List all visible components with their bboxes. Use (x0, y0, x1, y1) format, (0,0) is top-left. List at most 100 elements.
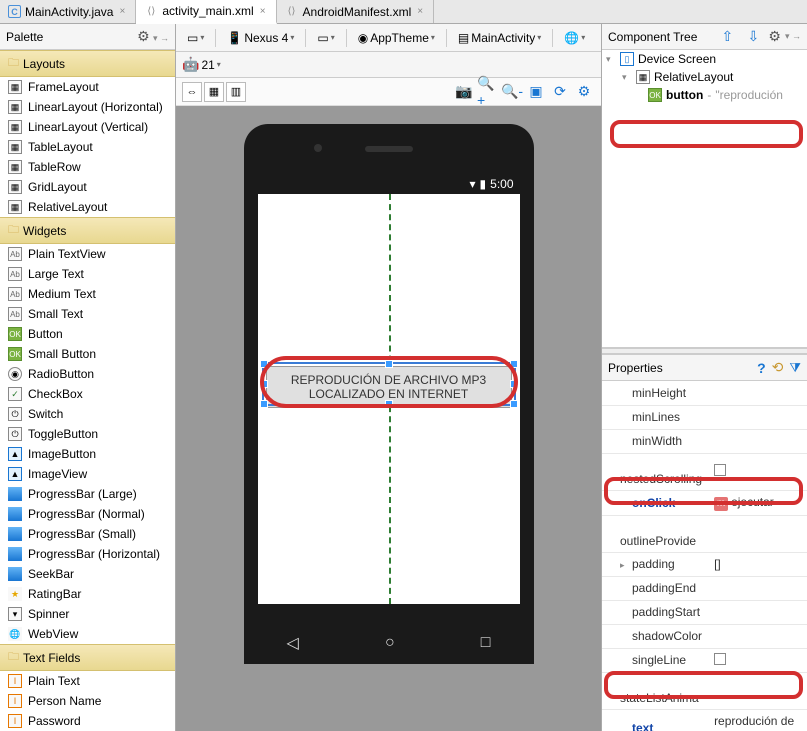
property-row[interactable]: minLines (602, 405, 807, 429)
palette-item[interactable]: AbLarge Text (0, 264, 175, 284)
palette-item[interactable]: ▦GridLayout (0, 177, 175, 197)
zoom-fit-icon[interactable]: ▣ (525, 81, 547, 103)
chevron-down-icon[interactable]: ▾ (217, 60, 221, 69)
gear-icon[interactable]: ⚙ (768, 28, 781, 45)
activity-selector[interactable]: ▤ MainActivity▾ (453, 28, 546, 48)
palette-item[interactable]: OKSmall Button (0, 344, 175, 364)
prop-value[interactable]: reprodución de ar (714, 714, 794, 731)
resize-handle[interactable] (385, 400, 393, 408)
checkbox[interactable] (714, 653, 726, 665)
close-icon[interactable]: × (117, 6, 127, 17)
property-row[interactable]: ▸padding[] (602, 552, 807, 576)
zoom-in-icon[interactable]: 🔍+ (477, 81, 499, 103)
tab-activity-main[interactable]: ⟨⟩ activity_main.xml × (136, 0, 276, 24)
palette-item[interactable]: ▦LinearLayout (Vertical) (0, 117, 175, 137)
palette-item[interactable]: ProgressBar (Horizontal) (0, 544, 175, 564)
close-icon[interactable]: × (258, 6, 268, 17)
collapse-icon[interactable]: ⇩ (742, 26, 764, 48)
property-row[interactable]: nestedScrolling (602, 453, 807, 490)
help-icon[interactable]: ? (757, 360, 766, 376)
resize-handle[interactable] (510, 360, 518, 368)
orientation-button[interactable]: ▭▾ (312, 28, 339, 48)
resize-handle[interactable] (510, 380, 518, 388)
zoom-out-icon[interactable]: 🔍- (501, 81, 523, 103)
property-row[interactable]: onClickmejecutar (602, 490, 807, 515)
property-row[interactable]: paddingEnd (602, 576, 807, 600)
theme-selector[interactable]: ◉ AppTheme▾ (353, 28, 440, 48)
property-row[interactable]: minHeight (602, 381, 807, 405)
prop-value[interactable]: ejecutar (731, 495, 774, 509)
palette-section-widgets[interactable]: 🗀 Widgets (0, 217, 175, 244)
tree-node-device[interactable]: ▾ ▯ Device Screen (602, 50, 807, 68)
prop-value[interactable]: [] (714, 557, 721, 571)
palette-item[interactable]: ⏻Switch (0, 404, 175, 424)
palette-item[interactable]: ⏻ToggleButton (0, 424, 175, 444)
palette-item[interactable]: ProgressBar (Small) (0, 524, 175, 544)
palette-item[interactable]: OKButton (0, 324, 175, 344)
locale-button[interactable]: 🌐▾ (559, 28, 590, 48)
device-selector[interactable]: 📱 Nexus 4▾ (222, 28, 299, 48)
refresh-icon[interactable]: ⟳ (549, 81, 571, 103)
palette-item[interactable]: ◉RadioButton (0, 364, 175, 384)
palette-item[interactable]: ProgressBar (Large) (0, 484, 175, 504)
recents-icon[interactable]: □ (481, 634, 491, 652)
palette-item[interactable]: SeekBar (0, 564, 175, 584)
palette-item[interactable]: IPlain Text (0, 671, 175, 691)
palette-item[interactable]: ★RatingBar (0, 584, 175, 604)
property-row[interactable]: paddingStart (602, 600, 807, 624)
property-row[interactable]: outlineProvide (602, 515, 807, 552)
collapse-icon[interactable]: ▾ (606, 54, 616, 65)
palette-item[interactable]: ▾Spinner (0, 604, 175, 624)
palette-item[interactable]: ▦RelativeLayout (0, 197, 175, 217)
palette-item[interactable]: ProgressBar (Normal) (0, 504, 175, 524)
hide-icon[interactable]: ▾ → (785, 31, 801, 42)
home-icon[interactable]: ○ (385, 634, 395, 652)
undo-icon[interactable]: ⟲ (772, 359, 784, 376)
palette-item[interactable]: ▲ImageView (0, 464, 175, 484)
toggle-bounds-button[interactable]: ▦ (204, 82, 224, 102)
capture-button[interactable]: 📷 (453, 81, 475, 103)
palette-item[interactable]: IPerson Name (0, 691, 175, 711)
palette-item[interactable]: ▦TableRow (0, 157, 175, 177)
collapse-icon[interactable]: ▾ (622, 72, 632, 83)
resize-handle[interactable] (510, 400, 518, 408)
palette-item[interactable]: ▦TableLayout (0, 137, 175, 157)
toggle-grid-button[interactable]: ▥ (226, 82, 246, 102)
palette-item[interactable]: ▦FrameLayout (0, 77, 175, 97)
resize-handle[interactable] (260, 400, 268, 408)
resize-handle[interactable] (260, 380, 268, 388)
toggle-size-button[interactable]: ⇔ (182, 82, 202, 102)
property-row[interactable]: singleLine (602, 648, 807, 672)
palette-item[interactable]: ▦LinearLayout (Horizontal) (0, 97, 175, 117)
tab-manifest[interactable]: ⟨⟩ AndroidManifest.xml × (277, 0, 435, 23)
close-icon[interactable]: × (415, 6, 425, 17)
phone-screen[interactable]: ▾ ▮ 5:00 REPRODUCIÓN DE ARCHIVO MP3 LOCA… (258, 174, 520, 604)
filter-icon[interactable]: ⧩ (789, 360, 801, 376)
tab-mainactivity[interactable]: C MainActivity.java × (0, 0, 136, 23)
resize-handle[interactable] (385, 360, 393, 368)
expand-icon[interactable]: ▸ (620, 560, 632, 571)
property-row[interactable]: minWidth (602, 429, 807, 453)
palette-section-textfields[interactable]: 🗀 Text Fields (0, 644, 175, 671)
palette-section-layouts[interactable]: 🗀 Layouts (0, 50, 175, 77)
chevron-down-icon[interactable]: ▾ → (153, 33, 169, 43)
tree-node-relativelayout[interactable]: ▾ ▦ RelativeLayout (602, 68, 807, 86)
checkbox[interactable] (714, 464, 726, 476)
palette-item[interactable]: IPassword (0, 711, 175, 731)
resize-handle[interactable] (260, 360, 268, 368)
palette-item[interactable]: ▲ImageButton (0, 444, 175, 464)
expand-icon[interactable]: ⇧ (716, 26, 738, 48)
palette-toggle-button[interactable]: ▭▾ (182, 28, 209, 48)
tree-node-button[interactable]: OK button - "reprodución (602, 86, 807, 104)
gear-icon[interactable]: ⚙ (137, 28, 150, 44)
property-row[interactable]: stateListAnima (602, 672, 807, 709)
property-row[interactable]: shadowColor (602, 624, 807, 648)
palette-item[interactable]: AbPlain TextView (0, 244, 175, 264)
settings-icon[interactable]: ⚙ (573, 81, 595, 103)
palette-item[interactable]: AbMedium Text (0, 284, 175, 304)
back-icon[interactable]: ◁ (287, 633, 299, 653)
palette-item[interactable]: AbSmall Text (0, 304, 175, 324)
palette-item[interactable]: ✓CheckBox (0, 384, 175, 404)
property-row[interactable]: textreprodución de ar (602, 709, 807, 731)
palette-item[interactable]: 🌐WebView (0, 624, 175, 644)
